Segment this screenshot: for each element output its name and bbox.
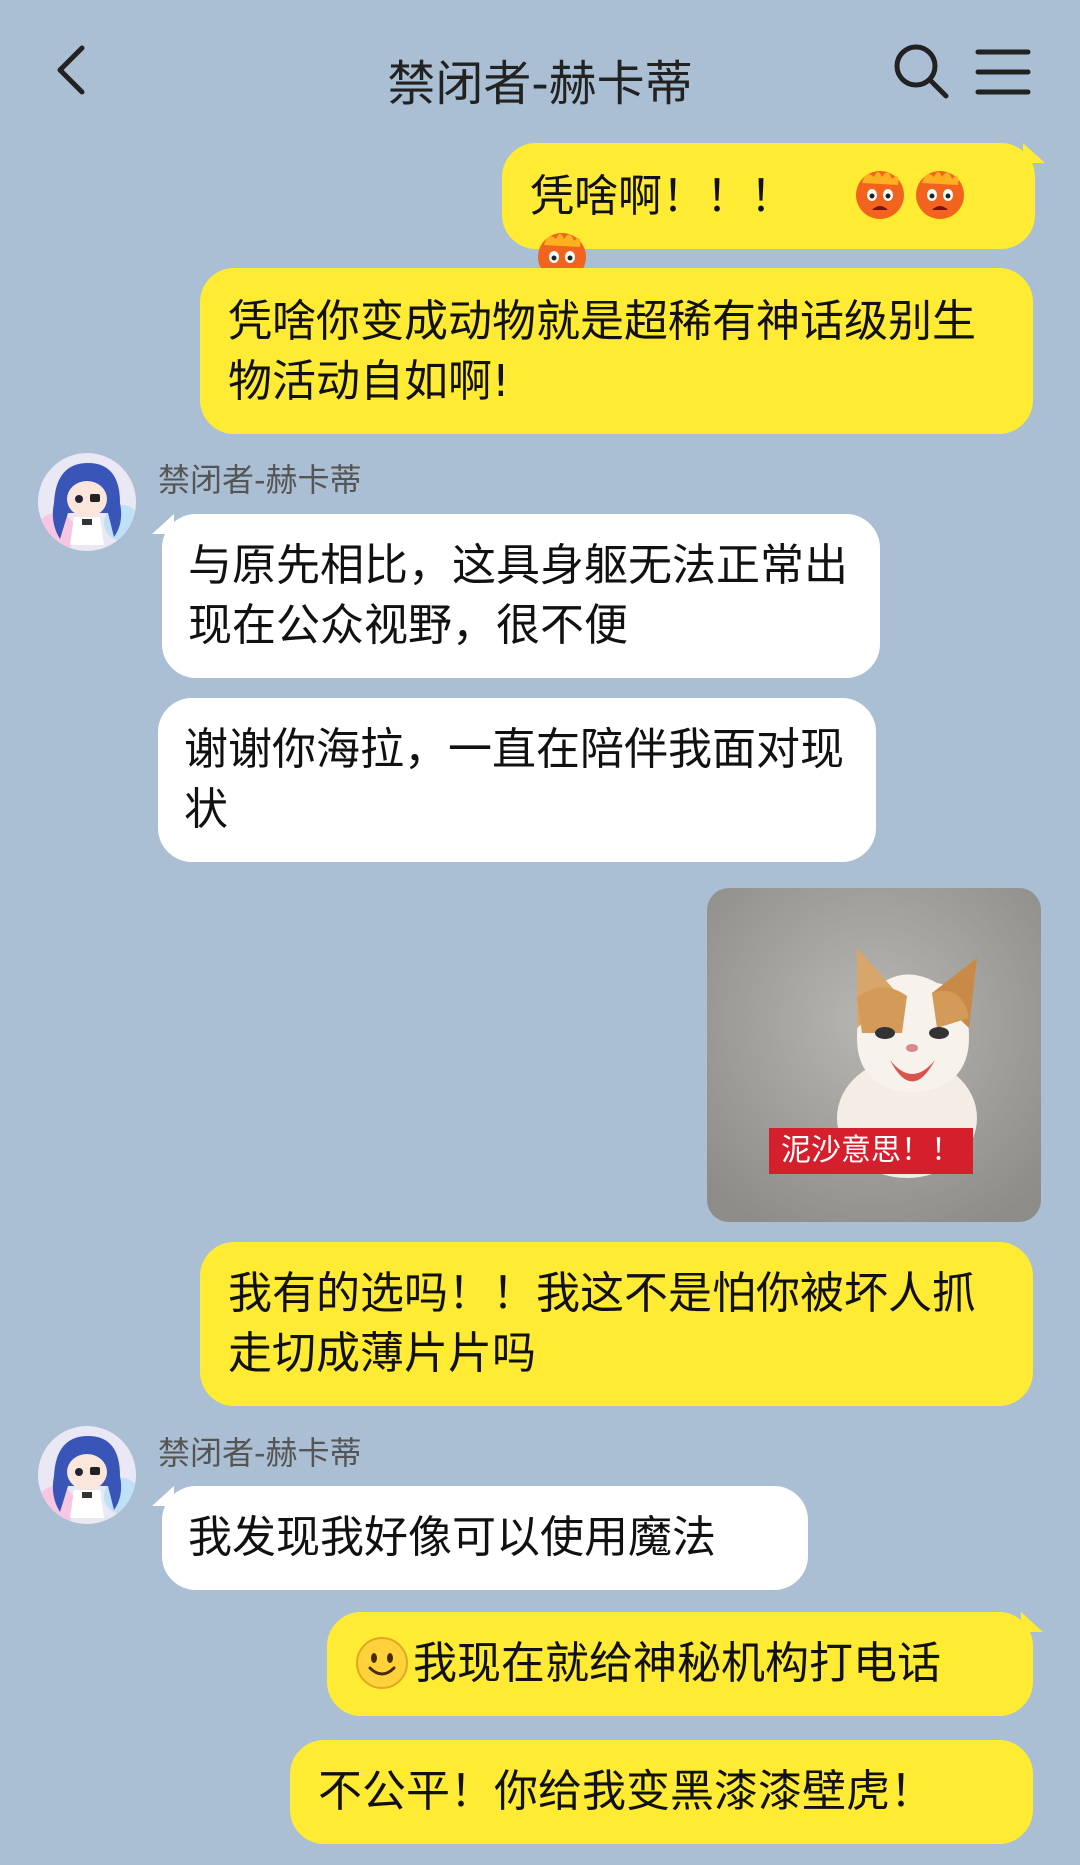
sender-name: 禁闭者-赫卡蒂 xyxy=(158,1434,362,1472)
my-message-bubble[interactable]: 我现在就给神秘机构打电话 xyxy=(327,1612,1043,1716)
menu-button[interactable] xyxy=(974,44,1032,100)
avatar[interactable] xyxy=(38,1426,136,1524)
my-message-bubble[interactable]: 我有的选吗！！我这不是怕你被坏人抓走切成薄片片吗 xyxy=(200,1242,1033,1406)
angry-face-emoji xyxy=(856,171,904,219)
chat-title: 禁闭者-赫卡蒂 xyxy=(387,56,693,112)
search-icon xyxy=(894,44,949,99)
message-text: 与原先相比，这具身躯无法正常出现在公众视野，很不便 xyxy=(188,540,848,651)
smiley-emoji xyxy=(356,1637,408,1689)
message-text: 凭啥你变成动物就是超稀有神话级别生物活动自如啊! xyxy=(228,296,976,407)
message-text: 不公平！你给我变黑漆漆壁虎！ xyxy=(318,1766,934,1817)
chat-header: 禁闭者-赫卡蒂 xyxy=(0,0,1080,140)
message-text: 我有的选吗！！我这不是怕你被坏人抓走切成薄片片吗 xyxy=(228,1268,976,1379)
their-message-bubble[interactable]: 我发现我好像可以使用魔法 xyxy=(152,1486,808,1590)
search-button[interactable] xyxy=(890,40,952,102)
avatar[interactable] xyxy=(38,453,136,551)
sender-name: 禁闭者-赫卡蒂 xyxy=(158,461,362,499)
my-message-bubble[interactable]: 不公平！你给我变黑漆漆壁虎！ xyxy=(290,1740,1033,1844)
chibi-girl-avatar-icon xyxy=(38,1426,136,1524)
angry-face-emoji xyxy=(916,171,964,219)
image-message[interactable]: 泥沙意思！！ xyxy=(707,888,1041,1222)
message-text: 我发现我好像可以使用魔法 xyxy=(188,1512,716,1563)
their-message-bubble[interactable]: 与原先相比，这具身躯无法正常出现在公众视野，很不便 xyxy=(152,514,880,678)
message-text: 谢谢你海拉，一直在陪伴我面对现状 xyxy=(184,724,844,835)
image-caption: 泥沙意思！！ xyxy=(769,1128,973,1174)
chibi-girl-avatar-icon xyxy=(38,453,136,551)
message-text: 我现在就给神秘机构打电话 xyxy=(413,1638,941,1689)
hamburger-menu-icon xyxy=(975,49,1031,95)
chevron-left-icon xyxy=(57,45,85,95)
my-message-bubble[interactable]: 凭啥你变成动物就是超稀有神话级别生物活动自如啊! xyxy=(200,268,1033,434)
their-message-bubble[interactable]: 谢谢你海拉，一直在陪伴我面对现状 xyxy=(158,698,876,862)
message-text: 凭啥啊！！！ xyxy=(530,171,794,222)
back-button[interactable] xyxy=(48,36,104,106)
my-message-bubble[interactable]: 凭啥啊！！！ xyxy=(502,143,1045,281)
